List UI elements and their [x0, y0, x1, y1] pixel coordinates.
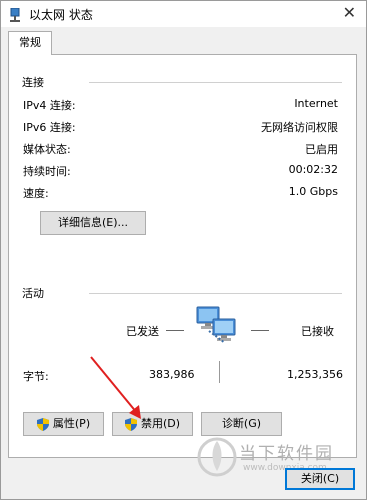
- sent-dash: [166, 330, 184, 331]
- close-button[interactable]: 关闭(C): [285, 468, 355, 490]
- media-state-value: 已启用: [305, 143, 338, 156]
- uac-shield-icon: [36, 417, 49, 431]
- network-adapter-icon: [9, 7, 21, 22]
- title-bar[interactable]: 以太网 状态 ✕: [1, 1, 366, 27]
- connection-divider: [89, 82, 342, 83]
- ipv4-label: IPv4 连接:: [23, 99, 76, 112]
- duration-label: 持续时间:: [23, 165, 71, 178]
- close-icon[interactable]: ✕: [343, 4, 356, 22]
- watermark-brand: 当下软件园: [239, 444, 334, 464]
- annotation-arrow-icon: [87, 353, 147, 423]
- bytes-divider: [219, 361, 220, 383]
- activity-divider: [89, 293, 342, 294]
- bytes-sent-value: 383,986: [149, 368, 195, 381]
- duration-value: 00:02:32: [288, 163, 338, 176]
- speed-value: 1.0 Gbps: [288, 185, 338, 198]
- ipv6-value: 无网络访问权限: [261, 121, 338, 134]
- received-dash: [251, 330, 269, 331]
- tab-general[interactable]: 常规: [8, 31, 52, 55]
- media-state-label: 媒体状态:: [23, 143, 71, 156]
- bytes-label: 字节:: [23, 370, 49, 383]
- activity-group-title: 活动: [22, 287, 44, 300]
- details-button[interactable]: 详细信息(E)...: [40, 211, 146, 235]
- properties-button-label: 属性(P): [52, 417, 91, 430]
- status-window: 以太网 状态 ✕ 常规 连接 IPv4 连接: Internet IPv6 连接…: [0, 0, 367, 500]
- received-label: 已接收: [301, 325, 334, 338]
- general-panel: 连接 IPv4 连接: Internet IPv6 连接: 无网络访问权限 媒体…: [8, 54, 357, 458]
- sent-label: 已发送: [126, 325, 159, 338]
- network-computers-icon: [195, 303, 243, 347]
- ipv4-value: Internet: [294, 97, 338, 110]
- speed-label: 速度:: [23, 187, 49, 200]
- connection-group-title: 连接: [22, 76, 44, 89]
- bytes-received-value: 1,253,356: [287, 368, 343, 381]
- ipv6-label: IPv6 连接:: [23, 121, 76, 134]
- window-title: 以太网 状态: [29, 8, 93, 22]
